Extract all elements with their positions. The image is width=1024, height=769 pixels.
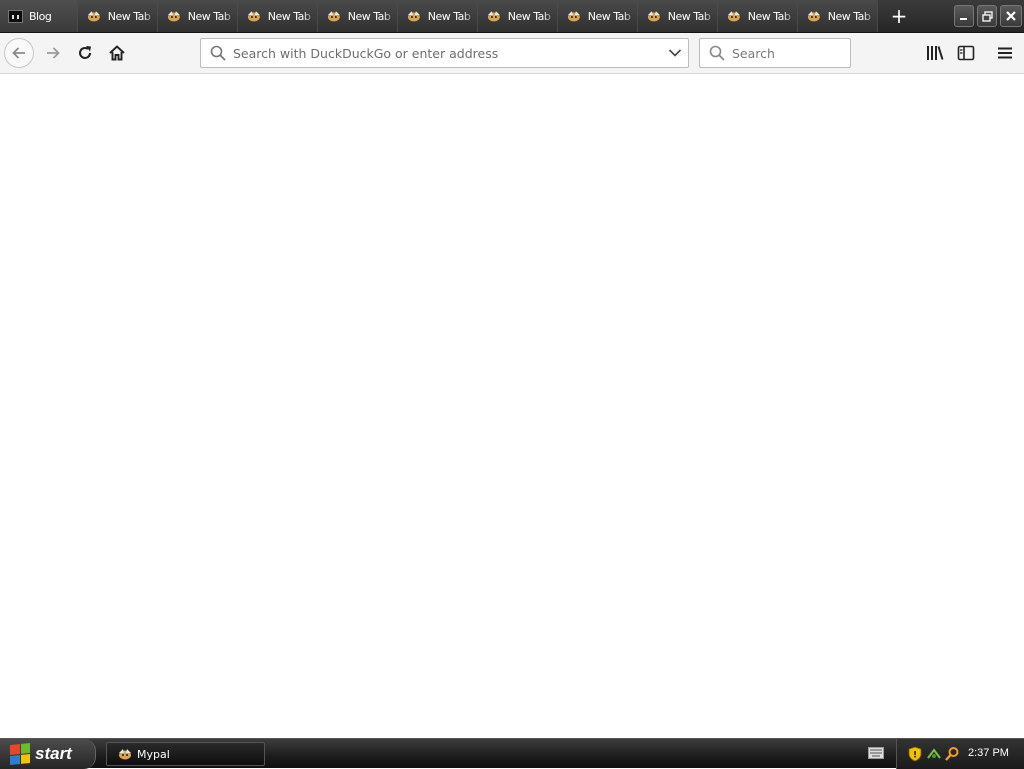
new-tab-button[interactable]: +	[888, 6, 910, 28]
tab-label: New Tab	[507, 9, 551, 23]
mypal-icon	[247, 11, 260, 22]
tab-label: Blog	[29, 9, 52, 23]
mypal-icon	[727, 11, 740, 22]
svg-text:!: !	[913, 751, 917, 761]
taskbar: start Mypal ! 2:37 PM	[0, 738, 1024, 769]
arrow-right-icon	[47, 47, 60, 59]
search-bar	[699, 38, 851, 68]
sidebar-icon	[957, 45, 975, 61]
library-button[interactable]	[920, 38, 950, 68]
tab-new-tab[interactable]: New Tab	[478, 0, 558, 32]
tab-blog[interactable]: Blog	[0, 0, 78, 32]
tab-new-tab[interactable]: New Tab	[398, 0, 478, 32]
mypal-icon	[167, 11, 180, 22]
reload-icon	[79, 46, 91, 59]
tab-new-tab[interactable]: New Tab	[158, 0, 238, 32]
security-shield-icon[interactable]: !	[907, 746, 923, 762]
address-bar	[200, 38, 689, 68]
taskbar-item-label: Mypal	[137, 747, 170, 761]
home-icon	[109, 45, 125, 61]
back-button[interactable]	[4, 38, 34, 68]
tab-new-tab[interactable]: New Tab	[798, 0, 878, 32]
reload-button[interactable]	[70, 38, 100, 68]
mypal-icon	[407, 11, 420, 22]
keyboard-icon[interactable]	[868, 747, 884, 759]
tab-list: Blog New Tab New Tab New Tab New Tab New Tab N…	[0, 0, 878, 33]
menu-button[interactable]	[990, 38, 1020, 68]
system-tray: ! 2:37 PM	[896, 739, 1024, 769]
tab-new-tab[interactable]: New Tab	[238, 0, 318, 32]
windows-logo-icon	[10, 742, 30, 766]
tab-label: New Tab	[427, 9, 471, 23]
tab-label: New Tab	[587, 9, 631, 23]
network-icon[interactable]	[926, 746, 942, 762]
blog-icon	[8, 9, 23, 23]
forward-button[interactable]	[38, 38, 68, 68]
search-icon	[709, 45, 725, 61]
search-icon	[210, 45, 226, 61]
taskbar-item-mypal[interactable]: Mypal	[106, 742, 265, 766]
chevron-down-icon	[668, 49, 682, 57]
start-label: start	[35, 744, 72, 763]
clock: 2:37 PM	[968, 747, 1009, 759]
library-icon	[927, 46, 944, 60]
mypal-icon	[807, 11, 820, 22]
plus-icon: +	[890, 4, 908, 28]
mypal-icon	[647, 11, 660, 22]
close-icon	[1006, 11, 1016, 21]
tab-label: New Tab	[667, 9, 711, 23]
tab-label: New Tab	[747, 9, 791, 23]
minimize-icon	[960, 18, 967, 20]
page-content[interactable]	[0, 74, 1024, 738]
tab-label: New Tab	[267, 9, 311, 23]
search-input[interactable]	[726, 41, 836, 65]
hamburger-menu-icon	[998, 47, 1012, 59]
sidebar-button[interactable]	[951, 38, 981, 68]
arrow-left-icon	[12, 47, 25, 59]
mypal-icon	[119, 749, 131, 760]
mypal-icon	[327, 11, 340, 22]
close-window-button[interactable]	[1000, 5, 1022, 27]
address-input[interactable]	[227, 41, 662, 65]
mypal-icon	[487, 11, 500, 22]
restore-icon	[981, 10, 993, 22]
tab-new-tab[interactable]: New Tab	[318, 0, 398, 32]
home-button[interactable]	[102, 38, 132, 68]
tab-label: New Tab	[187, 9, 231, 23]
tab-new-tab[interactable]: New Tab	[78, 0, 158, 32]
start-button[interactable]: start	[0, 739, 96, 769]
navigation-toolbar	[0, 33, 1024, 74]
restore-button[interactable]	[977, 5, 997, 27]
search-tray-icon[interactable]	[944, 746, 960, 762]
mypal-icon	[567, 11, 580, 22]
minimize-button[interactable]	[954, 5, 974, 27]
tab-label: New Tab	[107, 9, 151, 23]
tab-new-tab[interactable]: New Tab	[558, 0, 638, 32]
tab-strip: Blog New Tab New Tab New Tab New Tab New Tab N…	[0, 0, 1024, 33]
address-dropdown-button[interactable]	[662, 39, 688, 67]
tab-new-tab[interactable]: New Tab	[718, 0, 798, 32]
mypal-icon	[87, 11, 100, 22]
tab-label: New Tab	[827, 9, 871, 23]
tab-label: New Tab	[347, 9, 391, 23]
tab-new-tab[interactable]: New Tab	[638, 0, 718, 32]
